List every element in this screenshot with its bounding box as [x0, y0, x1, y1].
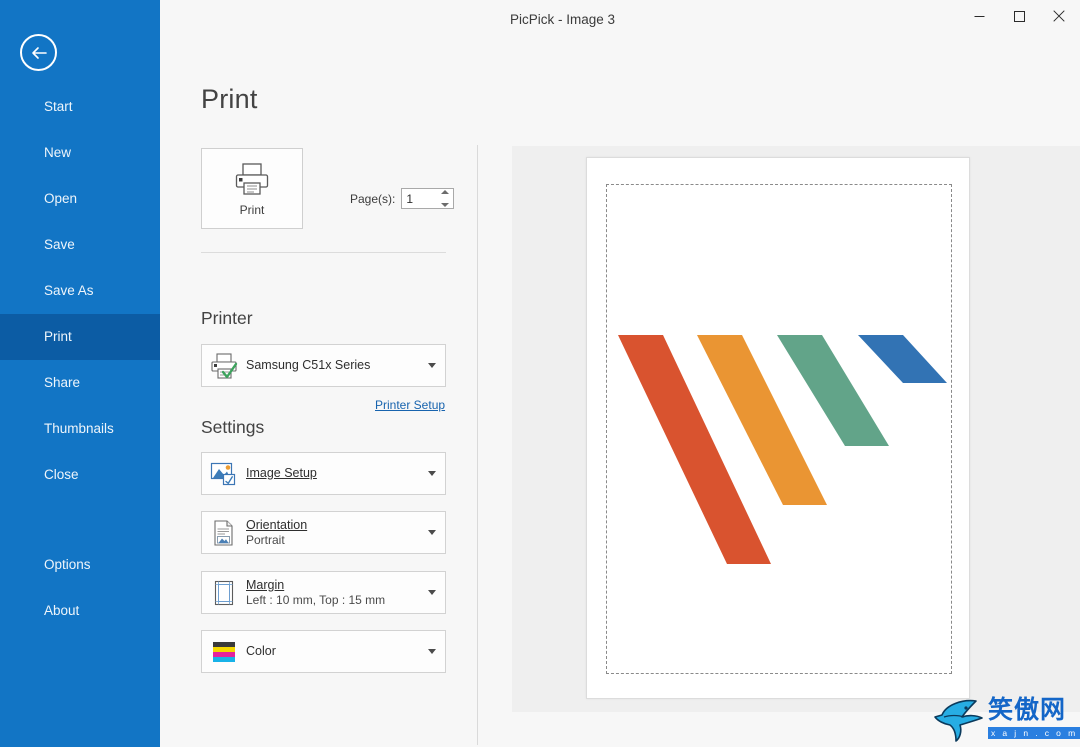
- bar-green: [777, 335, 889, 446]
- color-select[interactable]: Color: [201, 630, 446, 673]
- chevron-down-icon[interactable]: [419, 471, 445, 476]
- printer-select[interactable]: Samsung C51x Series: [201, 344, 446, 387]
- color-text: Color: [246, 644, 419, 659]
- sidebar-item-share[interactable]: Share: [0, 360, 160, 406]
- stepper-up-icon[interactable]: [440, 190, 449, 194]
- printer-ready-icon: [202, 344, 246, 387]
- image-setup-text: Image Setup: [246, 466, 419, 481]
- sidebar-item-label: Options: [44, 557, 91, 572]
- sidebar-item-label: About: [44, 603, 80, 618]
- pages-stepper[interactable]: [401, 188, 455, 209]
- sidebar-item-label: Close: [44, 467, 79, 482]
- page-title: Print: [201, 84, 258, 114]
- panel-divider: [477, 145, 478, 747]
- title-bar: PicPick - Image 3: [160, 0, 1080, 40]
- printer-section-heading: Printer: [201, 308, 253, 328]
- print-preview-pane[interactable]: [512, 146, 1080, 712]
- close-button[interactable]: [1036, 0, 1080, 32]
- sidebar-item-label: Start: [44, 99, 73, 114]
- sidebar-item-label: Save As: [44, 283, 94, 298]
- margin-icon: [202, 571, 246, 614]
- image-setup-select[interactable]: Image Setup: [201, 452, 446, 495]
- orientation-text: Orientation Portrait: [246, 518, 419, 548]
- minimize-icon: [974, 15, 984, 17]
- sidebar: Start New Open Save Save As Print Share …: [0, 0, 160, 747]
- printer-select-text: Samsung C51x Series: [246, 358, 419, 373]
- preview-page: [586, 157, 970, 699]
- maximize-icon: [1013, 10, 1025, 22]
- printer-name: Samsung C51x Series: [246, 358, 371, 372]
- sidebar-item-start[interactable]: Start: [0, 84, 160, 130]
- image-setup-icon: [202, 452, 246, 495]
- sidebar-item-thumbnails[interactable]: Thumbnails: [0, 406, 160, 452]
- sidebar-item-save[interactable]: Save: [0, 222, 160, 268]
- print-button[interactable]: Print: [201, 148, 303, 229]
- stepper-down-icon[interactable]: [440, 203, 449, 207]
- chevron-down-icon[interactable]: [419, 649, 445, 654]
- back-button[interactable]: [20, 34, 57, 71]
- print-button-label: Print: [239, 202, 265, 217]
- sidebar-item-label: New: [44, 145, 72, 160]
- image-setup-title: Image Setup: [246, 466, 317, 480]
- sidebar-item-label: Thumbnails: [44, 421, 114, 436]
- sidebar-item-options[interactable]: Options: [0, 542, 160, 588]
- pages-row: Page(s):: [350, 188, 455, 209]
- arrow-left-icon: [31, 46, 47, 59]
- sidebar-item-close[interactable]: Close: [0, 452, 160, 498]
- cmyk-color-icon: [202, 630, 246, 673]
- sidebar-nav: Start New Open Save Save As Print Share …: [0, 84, 160, 634]
- chevron-down-icon[interactable]: [419, 590, 445, 595]
- close-icon: [1053, 10, 1065, 22]
- margin-text: Margin Left : 10 mm, Top : 15 mm: [246, 578, 419, 608]
- sidebar-item-label: Open: [44, 191, 78, 206]
- orientation-value: Portrait: [246, 532, 285, 547]
- sidebar-item-print[interactable]: Print: [0, 314, 160, 360]
- pages-label: Page(s):: [350, 191, 396, 206]
- printer-icon: [235, 162, 269, 195]
- window-title: PicPick - Image 3: [509, 12, 616, 27]
- backstage-content: Print Print Page(s): 1 Printer Samsung C…: [160, 40, 1080, 747]
- printer-setup-link[interactable]: Printer Setup: [375, 398, 445, 412]
- orientation-select[interactable]: Orientation Portrait: [201, 511, 446, 554]
- sidebar-item-open[interactable]: Open: [0, 176, 160, 222]
- pages-input[interactable]: [402, 190, 443, 207]
- bar-blue: [858, 335, 947, 383]
- chevron-down-icon[interactable]: [419, 363, 445, 368]
- margin-select[interactable]: Margin Left : 10 mm, Top : 15 mm: [201, 571, 446, 614]
- sidebar-item-label: Print: [44, 329, 72, 344]
- chevron-down-icon[interactable]: [419, 530, 445, 535]
- sidebar-item-save-as[interactable]: Save As: [0, 268, 160, 314]
- preview-artwork: [618, 335, 947, 564]
- sidebar-item-about[interactable]: About: [0, 588, 160, 634]
- orientation-title: Orientation: [246, 517, 308, 532]
- margin-title: Margin: [246, 577, 285, 592]
- picpick-backstage-window: Start New Open Save Save As Print Share …: [0, 0, 1080, 747]
- section-separator: [201, 252, 446, 253]
- settings-section-heading: Settings: [201, 417, 265, 437]
- margin-value: Left : 10 mm, Top : 15 mm: [246, 592, 386, 607]
- sidebar-item-label: Share: [44, 375, 81, 390]
- pages-stepper-arrows[interactable]: [440, 190, 449, 207]
- sidebar-item-label: Save: [44, 237, 75, 252]
- sidebar-item-new[interactable]: New: [0, 130, 160, 176]
- color-title: Color: [246, 644, 276, 658]
- orientation-icon: [202, 511, 246, 554]
